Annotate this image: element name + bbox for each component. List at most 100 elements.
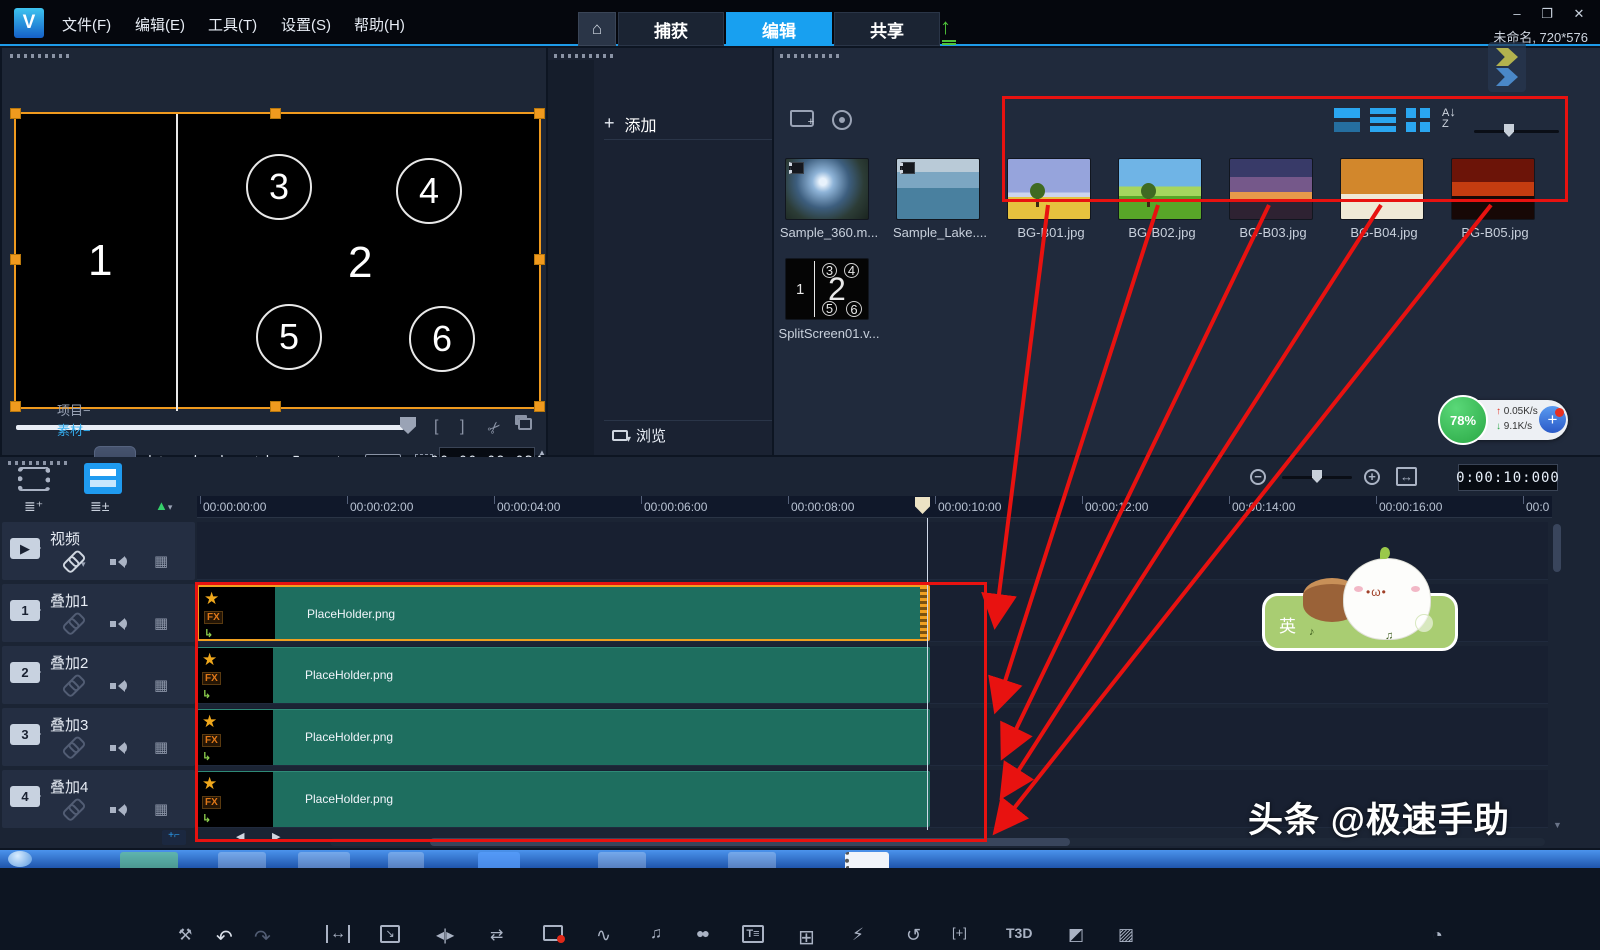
add-remove-track-icon[interactable]: ≣± [90, 498, 109, 515]
track-mute-icon[interactable] [110, 741, 127, 759]
mask-creator-button[interactable]: ◩ [1068, 925, 1084, 945]
project-mode-label[interactable]: 项目− [57, 400, 91, 419]
library-item-label[interactable]: Sample_Lake.... [885, 225, 995, 240]
taskbar-item[interactable] [218, 852, 266, 868]
paint-creator-button[interactable]: ▨ [1118, 925, 1134, 945]
handle-top-mid[interactable] [270, 108, 281, 119]
tab-capture[interactable]: 捕获 [618, 12, 724, 46]
track-transparency-icon[interactable]: ▦ [154, 676, 168, 694]
menu-tools[interactable]: 工具(T) [208, 14, 257, 35]
storyboard-view-button[interactable] [18, 467, 50, 491]
split-screen-template-button[interactable]: ⊞ [798, 925, 815, 950]
handle-top-left[interactable] [10, 108, 21, 119]
auto-music-button[interactable]: ♫ [650, 925, 662, 943]
memory-percent-badge[interactable]: 78% [1438, 395, 1488, 445]
tab-edit[interactable]: 编辑 [726, 12, 832, 46]
chroma-key-icon[interactable]: ▲▾ [155, 498, 172, 513]
track-mute-icon[interactable] [110, 617, 127, 635]
mark-out-button[interactable]: ] [460, 418, 464, 436]
split-clip-button[interactable]: ◂|▸ [436, 925, 453, 945]
capture-options-icon[interactable] [832, 110, 852, 130]
link-icon[interactable] [62, 616, 81, 634]
add-category-label[interactable]: 添加 [625, 112, 657, 136]
menu-settings[interactable]: 设置(S) [281, 14, 331, 35]
link-icon[interactable] [62, 802, 81, 820]
floating-tool-icon[interactable] [1488, 42, 1526, 92]
zoom-out-button[interactable]: − [1250, 469, 1266, 485]
home-button[interactable]: ⌂ [578, 12, 616, 46]
minimize-button[interactable]: – [1506, 6, 1528, 22]
duration-display[interactable]: 0:00:10:000 [1458, 464, 1558, 491]
title-3d-button[interactable]: T3D [1006, 925, 1032, 941]
handle-bottom-left[interactable] [10, 401, 21, 412]
library-item-thumbnail[interactable] [785, 158, 869, 220]
track-height-icon[interactable]: +⌐ [162, 830, 186, 845]
timeline-view-button[interactable] [84, 463, 122, 494]
mark-in-button[interactable]: [ [434, 418, 438, 436]
restore-button[interactable]: ❐ [1536, 6, 1558, 22]
motion-tracking-button[interactable]: ⚡ [852, 925, 864, 945]
fit-project-button[interactable]: ↔ [326, 925, 350, 943]
start-button[interactable] [8, 851, 32, 867]
track-transparency-icon[interactable]: ▦ [154, 738, 168, 756]
handle-bottom-mid[interactable] [270, 401, 281, 412]
library-item-thumbnail[interactable]: 1 3 4 2 5 6 [785, 258, 869, 320]
panel-drag-handle[interactable] [10, 54, 70, 58]
import-folder-button[interactable]: + [790, 110, 814, 127]
track-mute-icon[interactable] [110, 679, 127, 697]
panel-drag-handle[interactable] [554, 54, 614, 58]
customize-motion-button[interactable]: ↺ [906, 925, 921, 946]
library-item-label[interactable]: BG-B02.jpg [1107, 225, 1217, 240]
taskbar-item[interactable] [598, 852, 646, 868]
track-manager-icon[interactable]: ≣⁺ [24, 498, 43, 515]
taskbar-item[interactable] [478, 852, 520, 868]
taskbar-item[interactable] [298, 852, 350, 868]
fit-timeline-button[interactable]: ↔ [1396, 467, 1417, 486]
track-transparency-icon[interactable]: ▦ [154, 800, 168, 818]
link-icon[interactable] [62, 740, 81, 758]
panel-drag-handle[interactable] [780, 54, 840, 58]
record-options-button[interactable] [543, 925, 563, 941]
split-clip-icon[interactable]: ✂ [483, 416, 507, 440]
menu-file[interactable]: 文件(F) [62, 14, 111, 35]
ripple-edit-button[interactable]: ⇄ [490, 925, 503, 945]
redo-button[interactable]: ↷ [254, 925, 271, 950]
export-up-icon[interactable]: ↑ [940, 14, 951, 40]
link-icon[interactable] [62, 678, 81, 696]
library-item-label[interactable]: BG-B04.jpg [1329, 225, 1439, 240]
taskbar-item[interactable] [120, 852, 178, 868]
timeline-ruler[interactable]: 00:00:00:00 00:00:02:00 00:00:04:00 00:0… [197, 496, 1552, 518]
track-header-overlay2[interactable]: 2 叠加2 ▦ [2, 646, 195, 704]
taskbar-item[interactable] [388, 852, 424, 868]
speed-lag-button[interactable]: ●● [696, 925, 707, 941]
add-marker-button[interactable]: [+] [952, 925, 967, 940]
handle-mid-right[interactable] [534, 254, 545, 265]
panel-drag-handle[interactable] [8, 461, 68, 465]
scrubber-handle[interactable] [400, 417, 416, 434]
link-icon[interactable]: ▾ [62, 554, 86, 572]
zoom-in-button[interactable]: + [1364, 469, 1380, 485]
enlarge-preview-icon[interactable] [518, 418, 532, 430]
tab-share[interactable]: 共享 [834, 12, 940, 46]
track-transparency-icon[interactable]: ▦ [154, 614, 168, 632]
track-header-video[interactable]: ▶ 视频 ▾ ▦ [2, 522, 195, 580]
taskbar-item[interactable] [728, 852, 776, 868]
handle-bottom-right[interactable] [534, 401, 545, 412]
subtitle-editor-button[interactable]: T≡ [742, 925, 764, 943]
library-item-label[interactable]: BG-B03.jpg [1218, 225, 1328, 240]
timeline-zoom-handle[interactable] [1312, 470, 1322, 483]
undo-button[interactable]: ↶ [216, 925, 233, 950]
scrollbar-thumb[interactable] [1553, 524, 1561, 572]
library-item-thumbnail[interactable] [896, 158, 980, 220]
sound-mixer-button[interactable]: ∿ [596, 925, 611, 946]
clip-mode-label[interactable]: 素材− [57, 420, 91, 439]
taskbar-item-active[interactable] [845, 852, 889, 868]
library-item-label[interactable]: BG-B05.jpg [1440, 225, 1550, 240]
browse-button[interactable]: 浏览 [636, 425, 666, 446]
track-header-overlay1[interactable]: 1 叠加1 ▦ [2, 584, 195, 642]
editing-tools-icon[interactable]: ⚒ [178, 925, 192, 945]
library-item-label[interactable]: SplitScreen01.v... [774, 326, 884, 341]
vertical-scrollbar[interactable] [1552, 522, 1562, 818]
track-header-overlay3[interactable]: 3 叠加3 ▦ [2, 708, 195, 766]
track-mute-icon[interactable] [110, 555, 127, 573]
